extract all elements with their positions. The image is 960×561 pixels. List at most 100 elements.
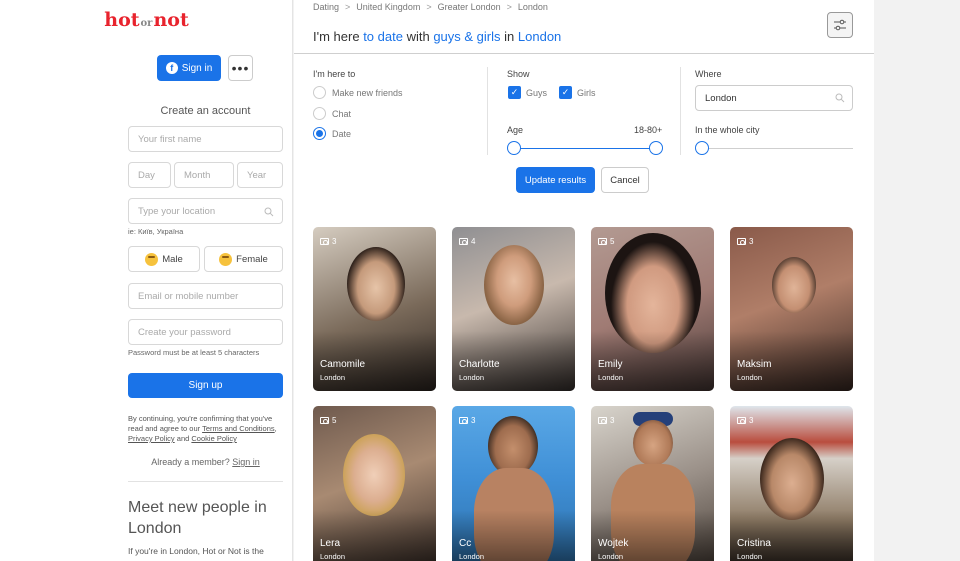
first-name-input[interactable]: Your first name (128, 126, 283, 152)
radio-make-friends[interactable]: Make new friends (313, 86, 403, 99)
member-signin-link[interactable]: Sign in (232, 457, 260, 467)
right-gutter (874, 0, 960, 561)
breadcrumb-item[interactable]: London (518, 2, 548, 12)
checkbox-label: Girls (577, 87, 596, 98)
camera-icon (598, 417, 607, 424)
photo-count: 3 (737, 237, 753, 246)
radio-date[interactable]: Date (313, 127, 351, 140)
profile-city: London (459, 373, 485, 382)
radio-chat[interactable]: Chat (313, 107, 351, 120)
radio-button (313, 86, 326, 99)
facebook-signin-button[interactable]: f Sign in (157, 55, 221, 81)
member-prefix: Already a member? (151, 457, 230, 467)
profile-city: London (459, 552, 485, 561)
age-max-handle[interactable] (649, 141, 663, 155)
profile-city: London (598, 552, 624, 561)
birth-month-select[interactable]: Month (174, 162, 234, 188)
profile-card[interactable]: 4 Charlotte London (452, 227, 575, 391)
heading-location-link[interactable]: London (518, 29, 561, 44)
update-results-button[interactable]: Update results (516, 167, 595, 193)
camera-icon (598, 238, 607, 245)
create-account-title: Create an account (160, 105, 251, 117)
distance-handle[interactable] (695, 141, 709, 155)
camera-icon (737, 238, 746, 245)
location-input[interactable]: Type your location (128, 198, 283, 224)
here-to-label: I'm here to (313, 69, 356, 79)
profile-card[interactable]: 5 Lera London (313, 406, 436, 561)
where-input[interactable]: London (695, 85, 853, 111)
birth-day-input[interactable]: Day (128, 162, 171, 188)
heading-gender-link[interactable]: guys & girls (433, 29, 500, 44)
terms-link[interactable]: Terms and Conditions (202, 424, 275, 433)
checkbox-guys[interactable]: ✓ Guys (508, 86, 547, 99)
radio-label: Date (332, 128, 352, 139)
search-icon (264, 207, 274, 217)
header-divider (294, 53, 874, 54)
show-label: Show (507, 69, 530, 79)
cookie-link[interactable]: Cookie Policy (191, 434, 236, 443)
profile-name: Camomile (320, 359, 366, 370)
photo-count: 5 (320, 416, 336, 425)
email-field[interactable]: Email or mobile number (128, 283, 283, 309)
profile-face (347, 247, 405, 321)
location-hint: ie: Київ, Україна (128, 227, 184, 236)
photo-count: 3 (598, 416, 614, 425)
breadcrumb-separator: > (345, 2, 351, 12)
logo-not: not (153, 9, 189, 31)
profile-card[interactable]: 3 Camomile London (313, 227, 436, 391)
profile-city: London (737, 552, 763, 561)
breadcrumb-item[interactable]: United Kingdom (356, 2, 420, 12)
photo-count-value: 3 (749, 237, 754, 246)
privacy-link[interactable]: Privacy Policy (128, 434, 175, 443)
profile-card[interactable]: 3 Wojtek London (591, 406, 714, 561)
breadcrumb-item[interactable]: Dating (313, 2, 339, 12)
search-icon (835, 93, 845, 103)
checkbox-girls[interactable]: ✓ Girls (559, 86, 596, 99)
photo-count-value: 4 (471, 237, 476, 246)
password-field[interactable]: Create your password (128, 319, 283, 345)
signup-button[interactable]: Sign up (128, 373, 283, 398)
profile-city: London (320, 373, 346, 382)
profile-card[interactable]: 5 Emily London (591, 227, 714, 391)
filter-icon (834, 19, 846, 31)
filter-toggle-button[interactable] (827, 12, 853, 38)
hotornot-logo[interactable]: hotornot (0, 9, 293, 31)
email-placeholder: Email or mobile number (138, 290, 239, 302)
day-placeholder: Day (138, 169, 155, 181)
page-title: I'm here to date with guys & girls in Lo… (313, 29, 561, 44)
sidebar-divider (128, 481, 283, 482)
more-icon: ••• (231, 60, 250, 76)
camera-icon (320, 238, 329, 245)
profile-face (488, 416, 538, 476)
password-placeholder: Create your password (138, 326, 231, 338)
breadcrumb-separator: > (506, 2, 512, 12)
month-placeholder: Month (184, 169, 211, 181)
where-label: Where (695, 69, 722, 79)
photo-count: 3 (737, 416, 753, 425)
age-slider-track[interactable] (514, 148, 656, 149)
camera-icon (459, 417, 468, 424)
more-options-button[interactable]: ••• (228, 55, 253, 81)
photo-count-value: 3 (610, 416, 615, 425)
meet-title: Meet new people in London (128, 499, 267, 537)
heading-text: in (504, 29, 515, 44)
female-option[interactable]: Female (204, 246, 283, 272)
photo-count: 4 (459, 237, 475, 246)
age-min-handle[interactable] (507, 141, 521, 155)
cancel-label: Cancel (610, 174, 640, 186)
distance-label: In the whole city (695, 125, 760, 135)
male-option[interactable]: Male (128, 246, 200, 272)
profile-face (772, 257, 816, 313)
terms-and: and (176, 434, 190, 443)
distance-slider-track[interactable] (702, 148, 853, 149)
birth-year-input[interactable]: Year (237, 162, 283, 188)
age-label: Age (507, 125, 524, 135)
radio-label: Chat (332, 108, 352, 119)
profile-card[interactable]: 3 Cristina London (730, 406, 853, 561)
profile-card[interactable]: 3 Cc London (452, 406, 575, 561)
cancel-button[interactable]: Cancel (601, 167, 649, 193)
heading-purpose-link[interactable]: to date (363, 29, 403, 44)
photo-count-value: 3 (471, 416, 476, 425)
profile-card[interactable]: 3 Maksim London (730, 227, 853, 391)
breadcrumb-item[interactable]: Greater London (438, 2, 501, 12)
